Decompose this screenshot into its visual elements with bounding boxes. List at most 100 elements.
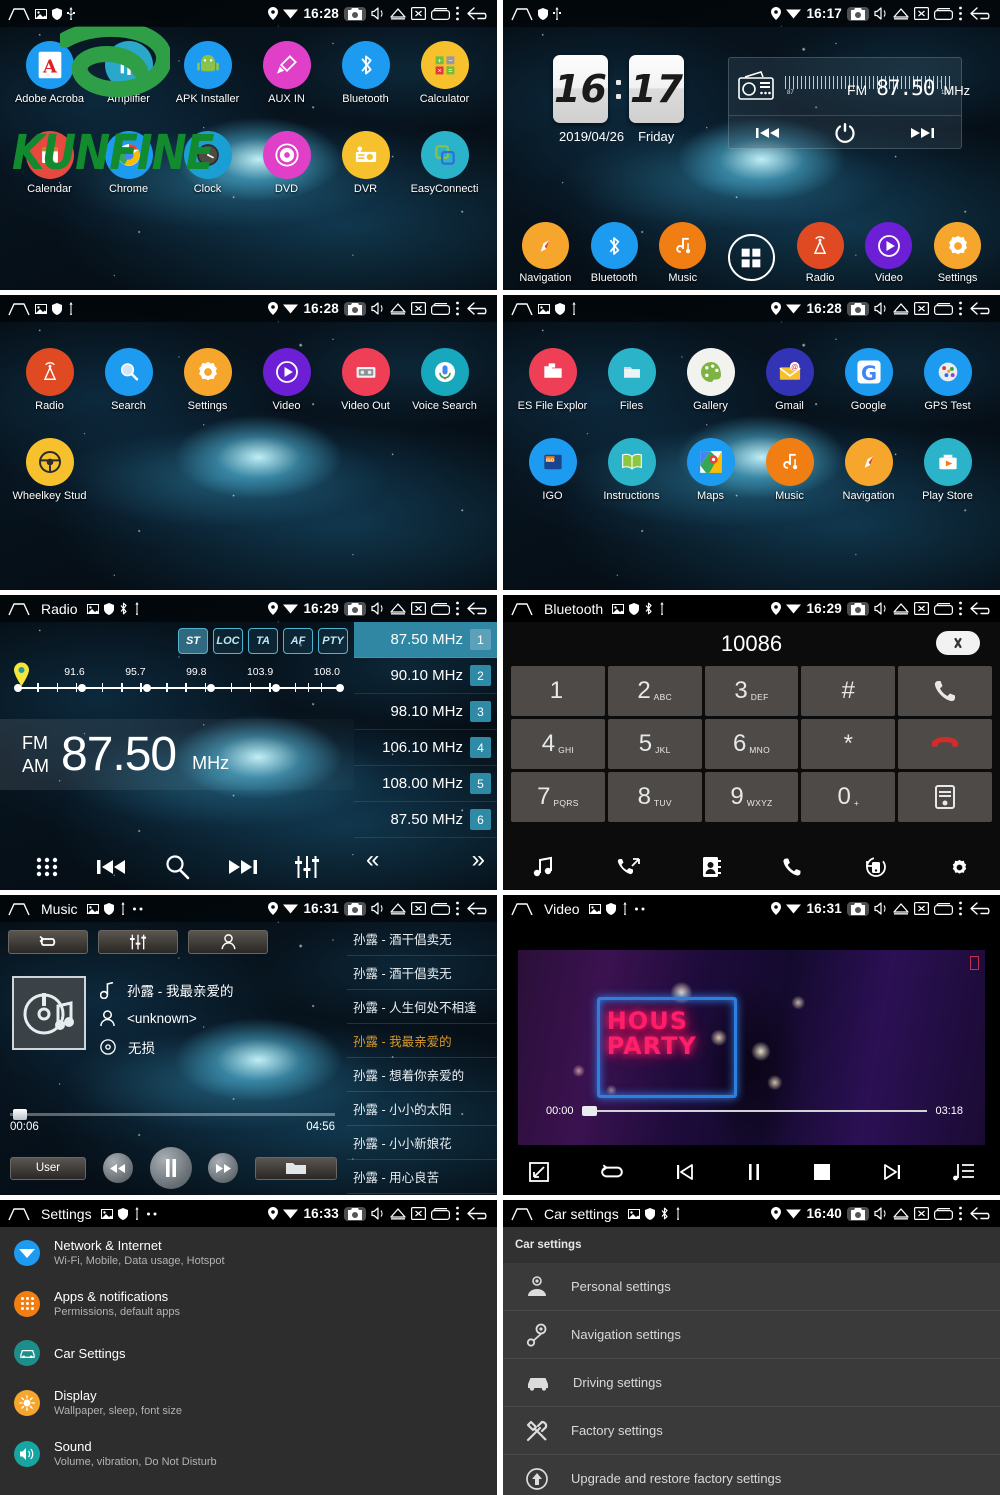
app-adobe-acrobat[interactable]: A Adobe Acroba — [10, 41, 89, 105]
car-settings-item-factory[interactable]: Factory settings — [503, 1407, 1000, 1455]
back-icon[interactable] — [968, 6, 994, 21]
recents-icon[interactable] — [431, 602, 450, 615]
home-icon[interactable] — [8, 602, 30, 616]
volume-icon[interactable] — [371, 7, 385, 20]
music-progress[interactable]: 00:06 04:56 — [10, 1109, 335, 1133]
playlist-item[interactable]: 孙露 - 人生何处不相逢 — [347, 990, 497, 1024]
dial-pointer-icon[interactable] — [13, 662, 30, 686]
app-navigation[interactable]: Navigation — [829, 438, 908, 502]
stop-icon[interactable] — [813, 1163, 831, 1181]
eject-icon[interactable] — [893, 602, 909, 615]
app-igo[interactable]: iGO IGO — [513, 438, 592, 502]
radio-btn-st[interactable]: ST — [178, 628, 208, 654]
close-window-icon[interactable] — [914, 302, 929, 315]
eject-icon[interactable] — [893, 302, 909, 315]
dock-item-all-apps[interactable] — [720, 234, 782, 284]
sync-contacts-icon[interactable] — [864, 856, 888, 878]
all-presets-icon[interactable] — [35, 855, 59, 879]
band-am-label[interactable]: AM — [22, 755, 49, 778]
app-play-store[interactable]: Play Store — [908, 438, 987, 502]
key-9[interactable]: 9 WXYZ — [704, 772, 799, 822]
playlist-item[interactable]: 孙露 - 小小的太阳 — [347, 1092, 497, 1126]
app-dvr[interactable]: DVR — [326, 131, 405, 195]
back-icon[interactable] — [465, 901, 491, 916]
eject-icon[interactable] — [390, 602, 406, 615]
key-transfer[interactable] — [898, 772, 992, 822]
app-instructions[interactable]: Instructions — [592, 438, 671, 502]
overflow-menu-icon[interactable] — [455, 1206, 460, 1221]
app-easyconnection[interactable]: EasyConnecti — [405, 131, 484, 195]
car-settings-item-personal[interactable]: Personal settings — [503, 1263, 1000, 1311]
camera-icon[interactable] — [847, 301, 869, 316]
video-progress-knob[interactable] — [581, 1106, 597, 1116]
video-surface[interactable]: HOUS PARTY 00:00 03:18 — [518, 950, 985, 1145]
eject-icon[interactable] — [390, 7, 406, 20]
app-maps[interactable]: Maps — [671, 438, 750, 502]
app-chrome[interactable]: Chrome — [89, 131, 168, 195]
playlist-item-current[interactable]: 孙露 - 我最亲爱的 — [347, 1024, 497, 1058]
overflow-menu-icon[interactable] — [958, 1206, 963, 1221]
close-window-icon[interactable] — [914, 7, 929, 20]
next-station-icon[interactable] — [909, 126, 935, 140]
camera-icon[interactable] — [344, 1206, 366, 1221]
eject-icon[interactable] — [893, 7, 909, 20]
settings-item-car[interactable]: Car Settings — [0, 1329, 497, 1377]
repeat-mode-button[interactable] — [8, 930, 88, 954]
browse-folder-button[interactable] — [255, 1156, 337, 1180]
radio-btn-loc[interactable]: LOC — [213, 628, 243, 654]
home-icon[interactable] — [511, 602, 533, 616]
key-star[interactable]: * — [801, 719, 896, 769]
recents-icon[interactable] — [934, 602, 953, 615]
app-gps-test[interactable]: GPS Test — [908, 348, 987, 412]
progress-knob[interactable] — [13, 1109, 27, 1120]
app-music[interactable]: Music — [750, 438, 829, 502]
preset-item[interactable]: 87.50 MHz 1 — [354, 622, 497, 658]
artist-button[interactable] — [188, 930, 268, 954]
home-icon[interactable] — [511, 902, 533, 916]
key-call[interactable] — [898, 666, 992, 716]
app-gallery[interactable]: Gallery — [671, 348, 750, 412]
power-icon[interactable] — [834, 122, 856, 144]
back-icon[interactable] — [465, 1206, 491, 1221]
app-radio[interactable]: Radio — [10, 348, 89, 412]
key-5[interactable]: 5 JKL — [607, 719, 702, 769]
close-window-icon[interactable] — [411, 7, 426, 20]
dock-item-music[interactable]: Music — [652, 222, 714, 284]
recents-icon[interactable] — [431, 902, 450, 915]
close-window-icon[interactable] — [411, 902, 426, 915]
preset-item[interactable]: 98.10 MHz 3 — [354, 694, 497, 730]
close-window-icon[interactable] — [411, 1207, 426, 1220]
back-icon[interactable] — [968, 601, 994, 616]
back-icon[interactable] — [968, 1206, 994, 1221]
flip-clock-widget[interactable]: 16 17 2019/04/26 Friday — [553, 55, 684, 144]
volume-icon[interactable] — [874, 1207, 888, 1220]
repeat-icon[interactable] — [600, 1164, 624, 1180]
dock-item-video[interactable]: Video — [858, 222, 920, 284]
key-3[interactable]: 3 DEF — [704, 666, 799, 716]
preset-item[interactable]: 108.00 MHz 5 — [354, 766, 497, 802]
pause-button[interactable] — [149, 1147, 192, 1189]
fullscreen-icon[interactable] — [528, 1162, 549, 1182]
back-icon[interactable] — [968, 301, 994, 316]
app-video[interactable]: Video — [247, 348, 326, 412]
overflow-menu-icon[interactable] — [455, 301, 460, 316]
recents-icon[interactable] — [431, 1207, 450, 1220]
app-settings[interactable]: Settings — [168, 348, 247, 412]
pause-icon[interactable] — [746, 1163, 762, 1181]
preset-item[interactable]: 90.10 MHz 2 — [354, 658, 497, 694]
key-8[interactable]: 8 TUV — [607, 772, 702, 822]
dialpad-phone-icon[interactable] — [781, 856, 803, 878]
car-settings-item-driving[interactable]: Driving settings — [503, 1359, 1000, 1407]
close-window-icon[interactable] — [914, 902, 929, 915]
recents-icon[interactable] — [934, 1207, 953, 1220]
key-hash[interactable]: # — [801, 666, 896, 716]
bt-music-icon[interactable] — [533, 856, 555, 878]
fast-forward-button[interactable] — [208, 1153, 239, 1183]
dock-item-navigation[interactable]: Navigation — [514, 222, 576, 284]
overflow-menu-icon[interactable] — [958, 301, 963, 316]
overflow-menu-icon[interactable] — [455, 901, 460, 916]
radio-widget[interactable]: 87 108 FM 87.50 MHz — [728, 57, 970, 149]
key-6[interactable]: 6 MNO — [704, 719, 799, 769]
prev-station-icon[interactable] — [755, 126, 781, 140]
volume-icon[interactable] — [874, 902, 888, 915]
